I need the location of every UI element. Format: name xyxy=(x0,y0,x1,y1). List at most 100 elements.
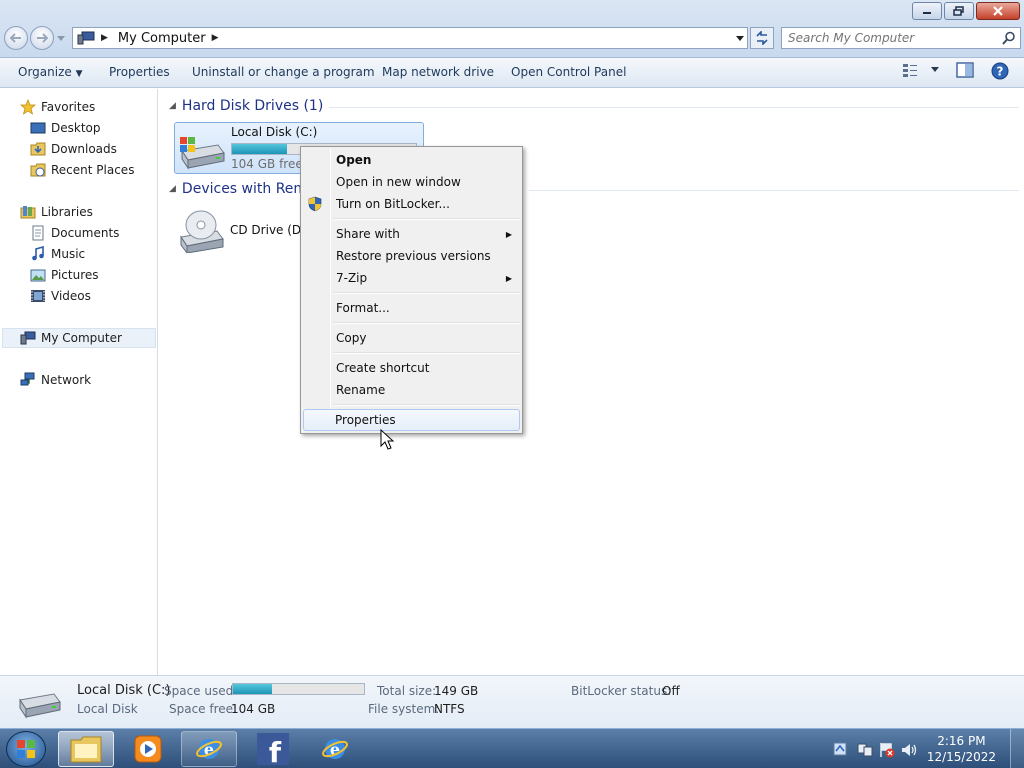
taskbar-facebook[interactable]: f xyxy=(245,731,301,767)
volume-icon[interactable] xyxy=(900,741,918,759)
menu-item-label: Rename xyxy=(336,383,386,397)
chevron-down-icon xyxy=(931,67,939,72)
map-network-drive-button[interactable]: Map network drive xyxy=(382,65,494,79)
downloads-folder-icon xyxy=(30,141,46,157)
menu-item-restore-previous-versions[interactable]: Restore previous versions xyxy=(303,245,520,267)
network-icon xyxy=(20,372,36,388)
menu-separator xyxy=(333,404,520,406)
recent-pages-dropdown[interactable] xyxy=(56,26,66,50)
taskbar-media-player[interactable] xyxy=(120,731,176,767)
menu-item-open[interactable]: Open xyxy=(303,149,520,171)
search-input[interactable] xyxy=(788,31,998,45)
refresh-icon xyxy=(756,31,768,45)
back-arrow-icon xyxy=(10,33,21,43)
chevron-down-icon xyxy=(57,35,65,41)
sidebar-item-label: My Computer xyxy=(41,331,122,345)
collapse-triangle-icon[interactable]: ◢ xyxy=(169,184,176,194)
forward-button[interactable] xyxy=(30,26,54,50)
breadcrumb-separator-icon[interactable]: ▶ xyxy=(101,33,108,43)
clock[interactable]: 2:16 PM 12/15/2022 xyxy=(927,733,996,765)
collapse-triangle-icon[interactable]: ◢ xyxy=(169,101,176,111)
group-header-hard-disk-drives[interactable]: ◢ Hard Disk Drives (1) xyxy=(169,98,323,114)
breadcrumb-my-computer[interactable]: My Computer xyxy=(118,31,206,46)
sidebar-item-network[interactable]: Network xyxy=(20,370,91,390)
drive-usage-fill xyxy=(232,144,288,154)
sidebar-item-recent-places[interactable]: Recent Places xyxy=(30,160,134,180)
sidebar-item-my-computer[interactable]: My Computer xyxy=(2,328,156,348)
sidebar-item-label: Downloads xyxy=(51,142,117,156)
taskbar-internet-explorer[interactable]: e xyxy=(181,731,237,767)
action-center-icon[interactable] xyxy=(878,741,896,759)
menu-item-create-shortcut[interactable]: Create shortcut xyxy=(303,357,520,379)
details-usage-fill xyxy=(233,684,273,694)
address-history-dropdown-icon[interactable] xyxy=(735,33,745,43)
close-button[interactable] xyxy=(976,2,1020,20)
sidebar-item-downloads[interactable]: Downloads xyxy=(30,139,117,159)
menu-item-7zip[interactable]: 7-Zip ▶ xyxy=(303,267,520,289)
preview-pane-button[interactable] xyxy=(956,62,974,78)
sidebar-item-favorites[interactable]: Favorites xyxy=(20,97,95,117)
group-header-removable-devices[interactable]: ◢ Devices with Remo xyxy=(169,181,316,197)
sidebar-item-documents[interactable]: Documents xyxy=(30,223,119,243)
cd-drive-icon xyxy=(180,210,224,253)
open-control-panel-button[interactable]: Open Control Panel xyxy=(511,65,626,79)
navigation-buttons xyxy=(4,26,66,50)
sidebar-item-videos[interactable]: Videos xyxy=(30,286,91,306)
uninstall-program-button[interactable]: Uninstall or change a program xyxy=(192,65,375,79)
back-button[interactable] xyxy=(4,26,28,50)
menu-item-open-new-window[interactable]: Open in new window xyxy=(303,171,520,193)
group-divider xyxy=(529,190,1019,191)
address-bar[interactable]: ▶ My Computer ▶ xyxy=(72,27,748,49)
submenu-arrow-icon: ▶ xyxy=(505,229,512,239)
menu-separator xyxy=(333,352,520,354)
organize-button[interactable]: Organize ▼ xyxy=(18,65,83,79)
search-box[interactable] xyxy=(781,27,1021,49)
taskbar-windows-explorer[interactable] xyxy=(58,731,114,767)
hard-drive-icon xyxy=(19,693,61,719)
start-button[interactable] xyxy=(6,731,46,767)
details-usage-bar xyxy=(232,683,365,695)
refresh-button[interactable] xyxy=(750,27,774,49)
menu-item-label: 7-Zip xyxy=(336,271,368,285)
chevron-down-icon: ▼ xyxy=(75,69,83,79)
sidebar-item-pictures[interactable]: Pictures xyxy=(30,265,99,285)
space-free-label: Space free: xyxy=(169,702,238,716)
drive-name: Local Disk (C:) xyxy=(231,125,318,139)
help-button[interactable]: ? xyxy=(991,62,1009,80)
menu-item-share-with[interactable]: Share with ▶ xyxy=(303,223,520,245)
navigation-pane: Favorites Desktop Downloads Recent Place… xyxy=(0,89,158,675)
show-desktop-button[interactable] xyxy=(1010,729,1024,768)
menu-item-rename[interactable]: Rename xyxy=(303,379,520,401)
menu-item-bitlocker[interactable]: Turn on BitLocker... xyxy=(303,193,520,215)
search-icon[interactable] xyxy=(1002,31,1016,45)
group-divider xyxy=(329,107,1019,108)
restore-button[interactable] xyxy=(944,2,974,20)
sidebar-item-music[interactable]: Music xyxy=(30,244,85,264)
windows-explorer-icon xyxy=(70,736,102,763)
drive-cd-d[interactable]: CD Drive (D:) xyxy=(174,205,310,257)
svg-text:?: ? xyxy=(997,65,1004,79)
taskbar-internet-explorer-2[interactable]: e xyxy=(307,731,363,767)
menu-item-properties[interactable]: Properties xyxy=(303,409,520,431)
menu-item-label: Open in new window xyxy=(336,175,461,189)
show-hidden-icons-icon[interactable] xyxy=(832,741,850,759)
minimize-button[interactable] xyxy=(912,2,942,20)
recent-places-icon xyxy=(30,162,46,178)
breadcrumb-chevron-icon[interactable]: ▶ xyxy=(212,33,219,43)
view-options-button[interactable] xyxy=(902,62,940,78)
space-used-label: Space used: xyxy=(164,684,238,698)
sidebar-item-libraries[interactable]: Libraries xyxy=(20,202,93,222)
properties-button[interactable]: Properties xyxy=(109,65,170,79)
computer-icon xyxy=(20,330,36,346)
menu-item-format[interactable]: Format... xyxy=(303,297,520,319)
videos-icon xyxy=(30,288,46,304)
sidebar-item-desktop[interactable]: Desktop xyxy=(30,118,101,138)
svg-text:f: f xyxy=(269,736,282,766)
total-size-value: 149 GB xyxy=(434,684,479,698)
sidebar-item-label: Libraries xyxy=(41,205,93,219)
file-system-label: File system: xyxy=(368,702,440,716)
menu-item-copy[interactable]: Copy xyxy=(303,327,520,349)
minimize-icon xyxy=(923,12,931,14)
network-status-icon[interactable] xyxy=(856,741,874,759)
details-pane: Local Disk (C:) Local Disk Space used: S… xyxy=(0,675,1024,728)
